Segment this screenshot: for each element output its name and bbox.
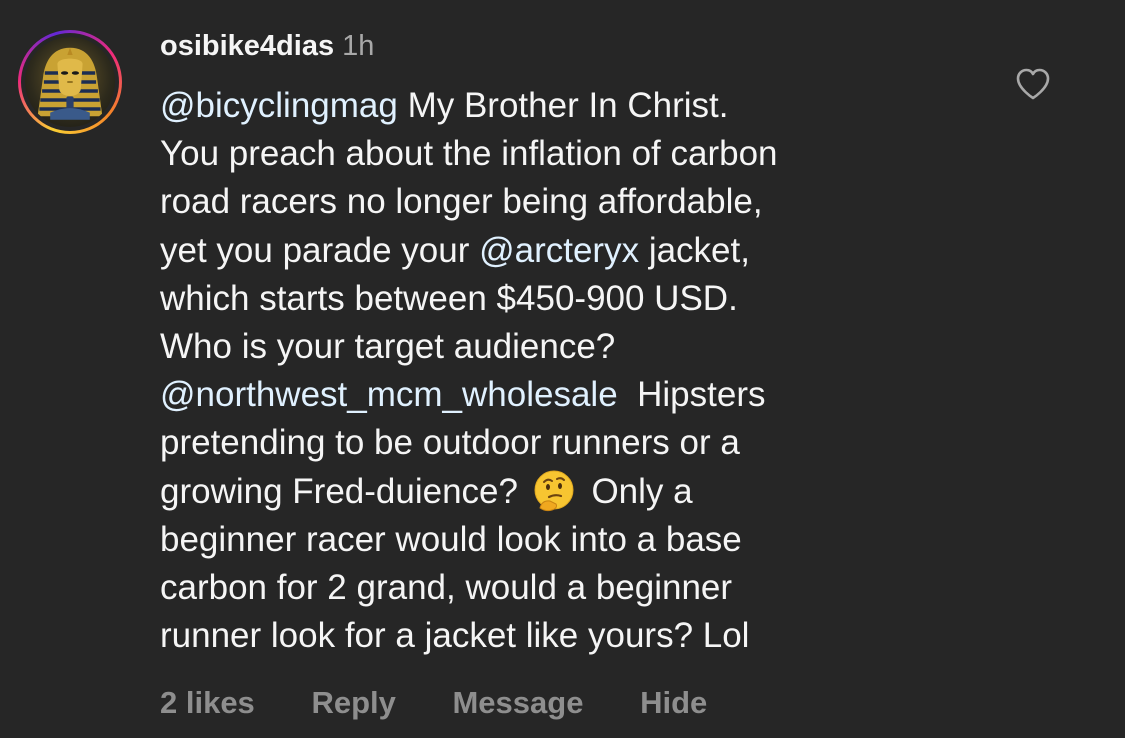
comment-line: growing Fred-duience? Only a [160, 468, 950, 516]
comment-text: beginner racer would look into a base [160, 519, 742, 559]
likes-count[interactable]: 2 likes [160, 685, 255, 720]
comment-line: @bicyclingmag My Brother In Christ. [160, 82, 950, 130]
comment-text: carbon for 2 grand, would a beginner [160, 567, 733, 607]
comment-actions: 2 likes Reply Message Hide [160, 684, 755, 722]
mention-link[interactable]: @arcteryx [479, 231, 639, 270]
comment-line: beginner racer would look into a base [160, 516, 950, 564]
comment-line: carbon for 2 grand, would a beginner [160, 564, 950, 612]
username-link[interactable]: osibike4dias [160, 30, 334, 62]
comment-text: road racers no longer being affordable, [160, 182, 763, 222]
comment-text: yet you parade your [160, 230, 480, 270]
pharaoh-mask-icon [37, 47, 103, 120]
avatar[interactable] [18, 30, 122, 134]
heart-outline-icon[interactable] [1015, 68, 1051, 100]
comment-line: runner look for a jacket like yours? Lol [160, 612, 950, 660]
comment-text: You preach about the inflation of carbon [160, 134, 778, 174]
message-button[interactable]: Message [452, 685, 583, 720]
comment-line: pretending to be outdoor runners or a [160, 419, 950, 467]
comment-text: runner look for a jacket like yours? Lol [160, 616, 750, 656]
comment-timestamp: 1h [342, 30, 375, 62]
comment-line: yet you parade your @arcteryx jacket, [160, 227, 950, 275]
comment-line: road racers no longer being affordable, [160, 178, 950, 226]
comment-body: @bicyclingmag My Brother In Christ. You p… [160, 82, 950, 660]
pharaoh-mask-avatar-image [25, 37, 115, 127]
comment-line: which starts between $450-900 USD. [160, 275, 950, 323]
comment-line: @northwest_mcm_wholesale Hipsters [160, 371, 950, 419]
comment-text: which starts between $450-900 USD. [160, 278, 738, 318]
reply-button[interactable]: Reply [311, 685, 395, 720]
comment-header: osibike4dias 1h [160, 28, 374, 64]
comment: osibike4dias 1h @bicyclingmag My Brother … [0, 0, 1125, 738]
comment-line: Who is your target audience? [160, 323, 950, 371]
comment-text: growing Fred-duience? [160, 471, 528, 511]
mention-link[interactable]: @bicyclingmag [160, 86, 398, 125]
comment-text: Who is your target audience? [160, 326, 616, 366]
comment-text: pretending to be outdoor runners or a [160, 423, 740, 463]
comment-text: Only a [581, 471, 693, 511]
avatar-story-ring-gap [21, 33, 119, 131]
thinking-face-emoji [532, 468, 576, 512]
hide-button[interactable]: Hide [640, 685, 707, 720]
comment-text: jacket, [639, 230, 750, 270]
comment-line: You preach about the inflation of carbon [160, 130, 950, 178]
comment-text: Hipsters [617, 375, 766, 415]
comment-text: My Brother In Christ. [397, 86, 729, 125]
mention-link[interactable]: @northwest_mcm_wholesale [160, 375, 618, 414]
